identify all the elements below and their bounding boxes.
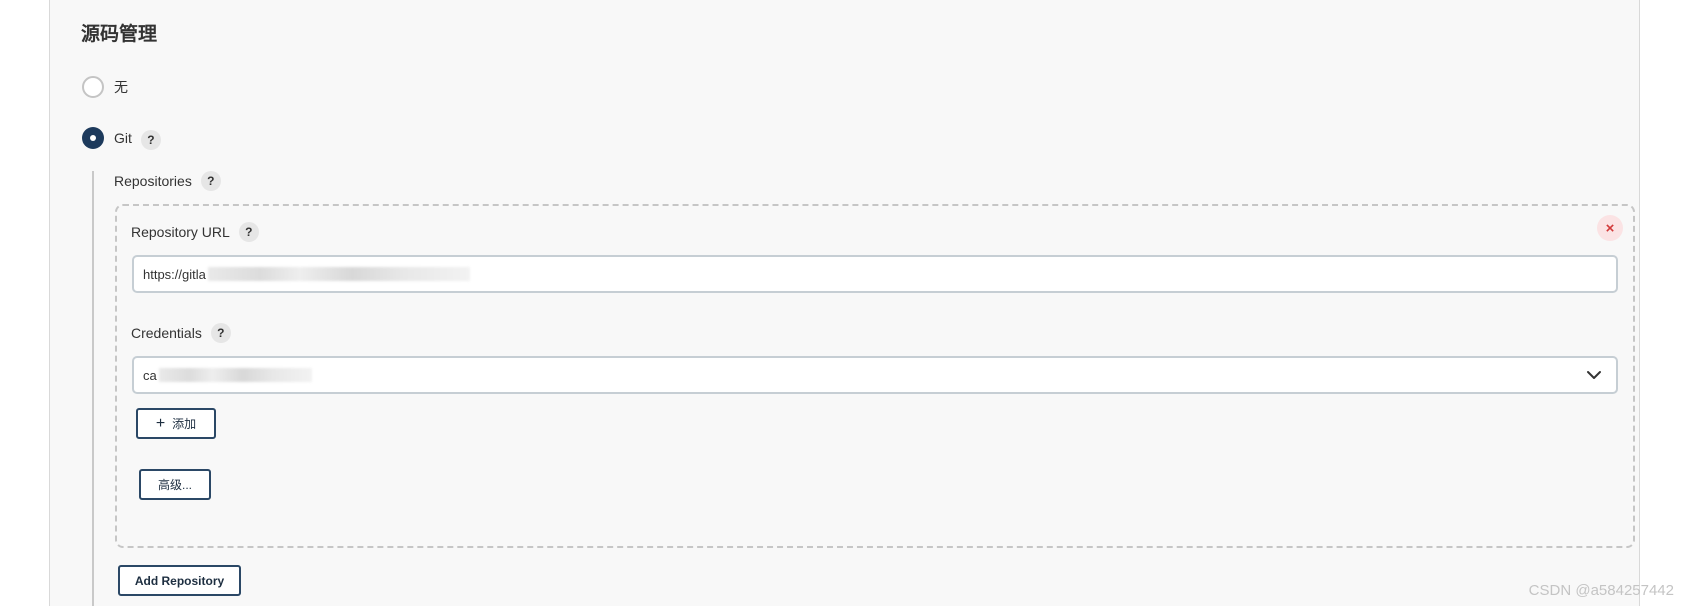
credentials-help-icon[interactable]: ? <box>210 323 231 343</box>
radio-none[interactable] <box>82 76 104 98</box>
repositories-help-icon[interactable]: ? <box>200 171 221 191</box>
repositories-label: Repositories <box>114 173 192 189</box>
credentials-value: ca <box>143 367 157 383</box>
credentials-select[interactable]: ca <box>132 356 1618 394</box>
section-title: 源码管理 <box>81 24 158 45</box>
credentials-header: Credentials ? <box>131 323 231 343</box>
remove-repository-button[interactable]: × <box>1597 215 1623 241</box>
repository-url-help-icon[interactable]: ? <box>238 222 259 242</box>
close-icon: × <box>1605 219 1615 237</box>
plus-icon: + <box>155 414 166 432</box>
radio-git[interactable] <box>82 127 104 149</box>
add-credentials-button[interactable]: + 添加 <box>136 408 216 439</box>
add-credentials-label: 添加 <box>172 417 197 431</box>
repository-url-value: https://gitla <box>143 266 206 282</box>
advanced-button[interactable]: 高级... <box>139 469 211 500</box>
redacted-text <box>158 368 312 382</box>
redacted-text <box>207 267 470 281</box>
radio-none-label: 无 <box>114 79 128 95</box>
add-repository-button[interactable]: Add Repository <box>118 565 241 596</box>
watermark: CSDN @a584257442 <box>1528 582 1674 599</box>
repositories-header: Repositories ? <box>114 171 221 191</box>
page: 源码管理 无 Git ? Repositories ? × Repository… <box>0 0 1688 606</box>
add-repository-label: Add Repository <box>134 573 225 588</box>
chevron-down-icon <box>1587 371 1601 379</box>
credentials-label: Credentials <box>131 325 202 341</box>
radio-option-git[interactable]: Git ? <box>82 126 161 150</box>
advanced-button-label: 高级... <box>157 478 192 492</box>
git-config-indent-line <box>92 171 94 606</box>
radio-git-label: Git <box>114 130 132 146</box>
repository-url-label: Repository URL <box>131 224 230 240</box>
repository-url-input[interactable]: https://gitla <box>132 255 1618 293</box>
radio-option-none[interactable]: 无 <box>82 76 128 98</box>
git-help-icon[interactable]: ? <box>140 130 161 150</box>
repository-url-header: Repository URL ? <box>131 222 259 242</box>
